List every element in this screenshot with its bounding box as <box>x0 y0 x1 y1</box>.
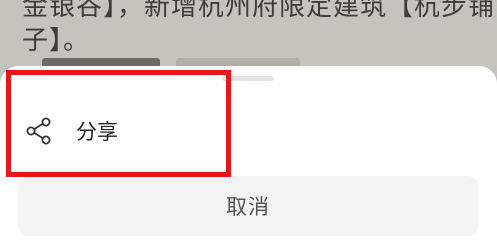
background-text-line: 金银谷】，新增杭州府限定建筑【杭步铺 <box>22 0 496 22</box>
cancel-button[interactable]: 取消 <box>18 176 478 236</box>
highlight-box <box>6 70 231 177</box>
cancel-label: 取消 <box>226 195 270 219</box>
background-text-line: 子】。 <box>22 26 91 56</box>
